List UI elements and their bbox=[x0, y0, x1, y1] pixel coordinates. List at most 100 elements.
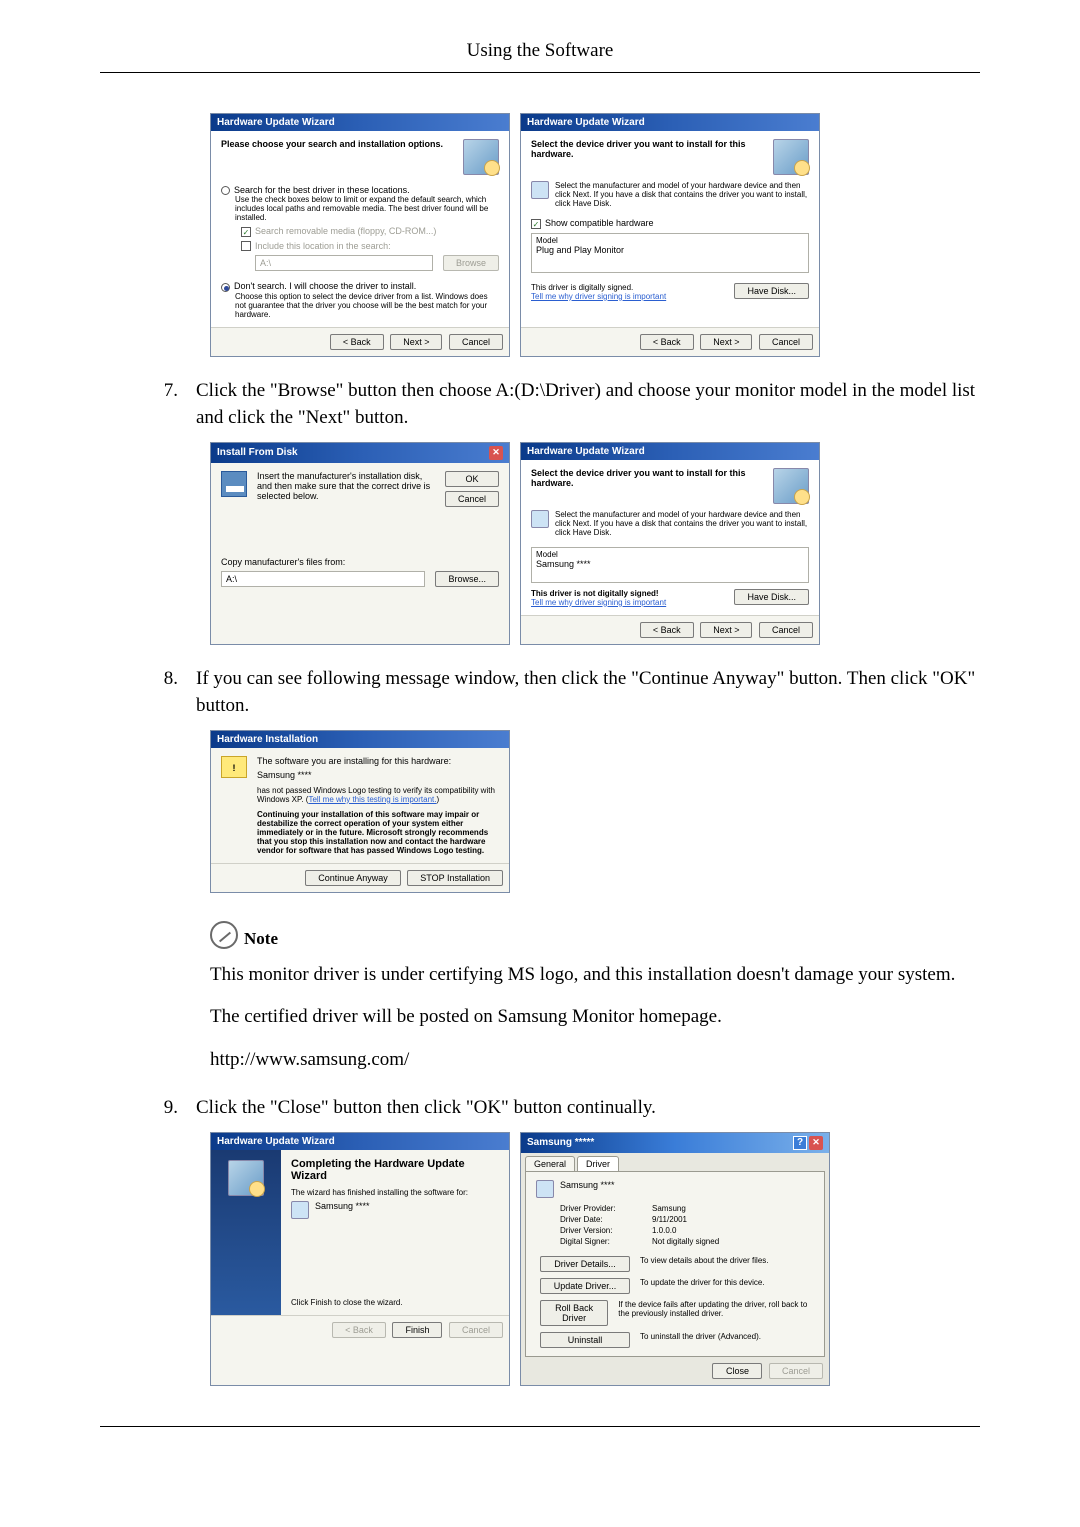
update-desc: To update the driver for this device. bbox=[640, 1278, 765, 1294]
tab-general[interactable]: General bbox=[525, 1156, 575, 1171]
uninstall-desc: To uninstall the driver (Advanced). bbox=[640, 1332, 761, 1348]
browse-button[interactable]: Browse... bbox=[435, 571, 499, 587]
update-driver-button[interactable]: Update Driver... bbox=[540, 1278, 630, 1294]
titlebar: Hardware Update Wizard bbox=[521, 114, 819, 131]
note-url: http://www.samsung.com/ bbox=[210, 1046, 980, 1075]
chk-compat-label: Show compatible hardware bbox=[545, 218, 654, 228]
title-text: Hardware Update Wizard bbox=[527, 446, 645, 457]
next-button[interactable]: Next > bbox=[700, 334, 752, 350]
continue-anyway-button[interactable]: Continue Anyway bbox=[305, 870, 401, 886]
note-heading: Note bbox=[210, 921, 980, 949]
browse-button[interactable]: Browse bbox=[443, 255, 499, 271]
chk-location-label: Include this location in the search: bbox=[255, 241, 391, 251]
next-button[interactable]: Next > bbox=[390, 334, 442, 350]
date-value: 9/11/2001 bbox=[652, 1215, 687, 1224]
note-icon bbox=[210, 921, 238, 949]
wizard-sidebar bbox=[211, 1150, 281, 1315]
provider-label: Driver Provider: bbox=[560, 1204, 640, 1213]
signer-value: Not digitally signed bbox=[652, 1237, 719, 1246]
radio-search-label: Search for the best driver in these loca… bbox=[234, 185, 410, 195]
title-text: Hardware Update Wizard bbox=[217, 117, 335, 128]
note-label: Note bbox=[244, 929, 278, 949]
radio-search[interactable] bbox=[221, 186, 230, 195]
cancel-button[interactable]: Cancel bbox=[445, 491, 499, 507]
cancel-button[interactable]: Cancel bbox=[449, 334, 503, 350]
testing-link[interactable]: Tell me why this testing is important. bbox=[308, 795, 436, 804]
model-item[interactable]: Samsung **** bbox=[536, 559, 804, 569]
ok-button[interactable]: OK bbox=[445, 471, 499, 487]
screenshot-row-3: Hardware Installation ! The software you… bbox=[210, 730, 980, 893]
floppy-icon bbox=[221, 471, 247, 497]
radio-dontsearch-label: Don't search. I will choose the driver t… bbox=[234, 281, 416, 291]
version-value: 1.0.0.0 bbox=[652, 1226, 676, 1235]
install-from-disk: Install From Disk ✕ Insert the manufactu… bbox=[210, 442, 510, 645]
screenshot-row-1: Hardware Update Wizard Please choose you… bbox=[210, 113, 980, 357]
back-button[interactable]: < Back bbox=[640, 622, 694, 638]
chk-removable[interactable]: ✓ bbox=[241, 227, 251, 237]
monitor-icon bbox=[291, 1201, 309, 1219]
model-list[interactable]: Model Samsung **** bbox=[531, 547, 809, 583]
wizard-heading: Please choose your search and installati… bbox=[221, 139, 443, 149]
copy-path-input[interactable]: A:\ bbox=[221, 571, 425, 587]
cancel-button[interactable]: Cancel bbox=[759, 334, 813, 350]
chk-location[interactable] bbox=[241, 241, 251, 251]
rollback-driver-button[interactable]: Roll Back Driver bbox=[540, 1300, 608, 1326]
chk-removable-label: Search removable media (floppy, CD-ROM..… bbox=[255, 226, 436, 236]
driver-properties: Samsung ***** ? ✕ General Driver Samsung… bbox=[520, 1132, 830, 1386]
path-input[interactable]: A:\ bbox=[255, 255, 433, 271]
radio-dontsearch[interactable] bbox=[221, 283, 230, 292]
warn-bold: Continuing your installation of this sof… bbox=[257, 810, 499, 855]
back-button[interactable]: < Back bbox=[330, 334, 384, 350]
page-title: Using the Software bbox=[100, 40, 980, 62]
step-number: 8. bbox=[160, 665, 178, 720]
model-list[interactable]: Model Plug and Play Monitor bbox=[531, 233, 809, 273]
have-disk-button[interactable]: Have Disk... bbox=[734, 589, 809, 605]
wizard-icon bbox=[773, 139, 809, 175]
model-item[interactable]: Plug and Play Monitor bbox=[536, 245, 804, 255]
step-7: 7. Click the "Browse" button then choose… bbox=[160, 377, 980, 432]
titlebar: Install From Disk ✕ bbox=[211, 443, 509, 463]
step-8: 8. If you can see following message wind… bbox=[160, 665, 980, 720]
help-icon[interactable]: ? bbox=[793, 1136, 807, 1150]
model-header: Model bbox=[536, 550, 804, 559]
driver-details-button[interactable]: Driver Details... bbox=[540, 1256, 630, 1272]
complete-line2: Click Finish to close the wizard. bbox=[291, 1298, 499, 1307]
note-p1: This monitor driver is under certifying … bbox=[210, 961, 980, 990]
cancel-button[interactable]: Cancel bbox=[759, 622, 813, 638]
next-button[interactable]: Next > bbox=[700, 622, 752, 638]
signing-link[interactable]: Tell me why driver signing is important bbox=[531, 292, 666, 301]
close-icon[interactable]: ✕ bbox=[489, 446, 503, 460]
have-disk-button[interactable]: Have Disk... bbox=[734, 283, 809, 299]
signing-link[interactable]: Tell me why driver signing is important bbox=[531, 598, 666, 607]
title-text: Hardware Installation bbox=[217, 734, 318, 745]
hardware-update-wizard-model: Hardware Update Wizard Select the device… bbox=[520, 442, 820, 645]
uninstall-button[interactable]: Uninstall bbox=[540, 1332, 630, 1348]
close-button[interactable]: Close bbox=[712, 1363, 762, 1379]
titlebar: Hardware Update Wizard bbox=[211, 114, 509, 131]
finish-button[interactable]: Finish bbox=[392, 1322, 442, 1338]
wizard-icon bbox=[463, 139, 499, 175]
step-text: Click the "Close" button then click "OK"… bbox=[196, 1094, 656, 1122]
wizard-heading: Select the device driver you want to ins… bbox=[531, 139, 773, 159]
hardware-update-wizard-complete: Hardware Update Wizard Completing the Ha… bbox=[210, 1132, 510, 1386]
wizard-icon bbox=[228, 1160, 264, 1196]
step-text: Click the "Browse" button then choose A:… bbox=[196, 377, 980, 432]
titlebar: Hardware Update Wizard bbox=[211, 1133, 509, 1150]
device-name: Samsung **** bbox=[560, 1180, 615, 1198]
step-number: 7. bbox=[160, 377, 178, 432]
monitor-icon bbox=[536, 1180, 554, 1198]
title-text: Install From Disk bbox=[217, 447, 298, 458]
wizard-heading: Select the device driver you want to ins… bbox=[531, 468, 773, 488]
chk-compat[interactable]: ✓ bbox=[531, 219, 541, 229]
cancel-button[interactable]: Cancel bbox=[449, 1322, 503, 1338]
back-button[interactable]: < Back bbox=[332, 1322, 386, 1338]
divider bbox=[100, 1426, 980, 1427]
tab-driver[interactable]: Driver bbox=[577, 1156, 619, 1171]
back-button[interactable]: < Back bbox=[640, 334, 694, 350]
stop-installation-button[interactable]: STOP Installation bbox=[407, 870, 503, 886]
screenshot-row-2: Install From Disk ✕ Insert the manufactu… bbox=[210, 442, 980, 645]
not-signed-text: This driver is not digitally signed! bbox=[531, 589, 666, 598]
close-icon[interactable]: ✕ bbox=[809, 1136, 823, 1150]
details-desc: To view details about the driver files. bbox=[640, 1256, 769, 1272]
cancel-button[interactable]: Cancel bbox=[769, 1363, 823, 1379]
